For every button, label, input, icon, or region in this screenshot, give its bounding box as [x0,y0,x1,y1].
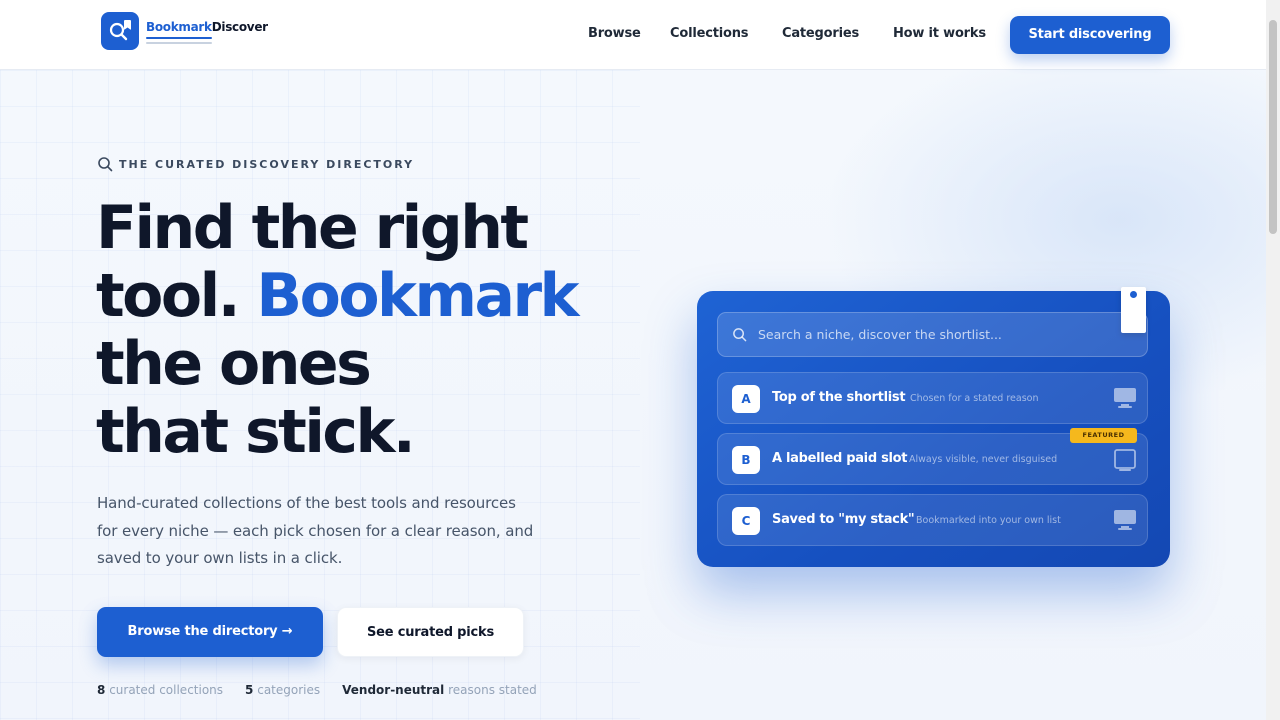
row-title: Top of the shortlist [772,390,906,405]
row-description: Always visible, never disguised [909,454,1058,465]
stat-label: categories [257,683,321,697]
monitor-icon [1114,510,1136,530]
stat-value: 5 [245,683,254,697]
stat-value: 8 [97,683,106,697]
search-placeholder: Search a niche, discover the shortlist..… [758,327,1002,342]
start-discovering-button[interactable]: Start discovering [1010,16,1170,54]
row-letter-badge: A [732,385,760,413]
preview-search-bar[interactable]: Search a niche, discover the shortlist..… [717,312,1148,357]
bookmark-dot [1130,291,1137,298]
eyebrow: THE CURATED DISCOVERY DIRECTORY [97,156,414,172]
see-curated-picks-button[interactable]: See curated picks [337,607,524,657]
headline-line-1: Find the right [96,193,529,263]
row-letter-badge: B [732,446,760,474]
row-letter-badge: C [732,507,760,535]
headline-line-3: the ones [96,329,372,399]
row-description: Chosen for a stated reason [910,393,1039,404]
eyebrow-text: THE CURATED DISCOVERY DIRECTORY [119,157,415,171]
logo-part-bookmark: Bookmark [146,20,212,34]
shortlist-row-a[interactable]: A Top of the shortlist Chosen for a stat… [717,372,1148,424]
stat-collections: 8 curated collections [97,683,223,697]
shortlist-row-c[interactable]: C Saved to "my stack" Bookmarked into yo… [717,494,1148,546]
stat-vendor-neutral: Vendor-neutral reasons stated [342,683,537,697]
hero-stats: 8 curated collections 5 categories Vendo… [97,683,537,697]
hero-headline: Find the right tool. Bookmark the ones t… [96,194,656,466]
browse-directory-button[interactable]: Browse the directory → [97,607,323,657]
headline-line-4: that stick. [96,397,416,467]
logo-tagline-bar [146,42,212,44]
featured-badge: FEATURED [1070,428,1137,443]
logo-underline [146,37,212,39]
logo-wordmark[interactable]: BookmarkDiscover [146,20,268,34]
scrollbar-thumb[interactable] [1269,20,1277,234]
nav-link-categories[interactable]: Categories [782,26,859,41]
headline-line-2-start: tool. [96,261,257,331]
row-description: Bookmarked into your own list [916,515,1061,526]
top-navbar: BookmarkDiscover Browse Collections Cate… [0,0,1266,70]
stat-categories: 5 categories [245,683,320,697]
nav-link-browse[interactable]: Browse [588,26,641,41]
logo-icon[interactable] [101,12,139,50]
monitor-icon [1114,388,1136,408]
nav-link-collections[interactable]: Collections [670,26,749,41]
hero-subtext: Hand-curated collections of the best too… [97,494,534,567]
search-icon [733,328,747,342]
stat-label: reasons stated [448,683,537,697]
headline-highlight: Bookmark [256,261,579,331]
logo-part-discover: Discover [211,20,268,34]
monitor-outline-icon [1114,449,1136,471]
row-title: Saved to "my stack" [772,512,915,527]
stat-label: curated collections [109,683,224,697]
stat-value: Vendor-neutral [342,683,445,697]
row-title: A labelled paid slot [772,451,908,466]
search-icon [98,157,113,172]
nav-link-how-it-works[interactable]: How it works [893,26,986,41]
